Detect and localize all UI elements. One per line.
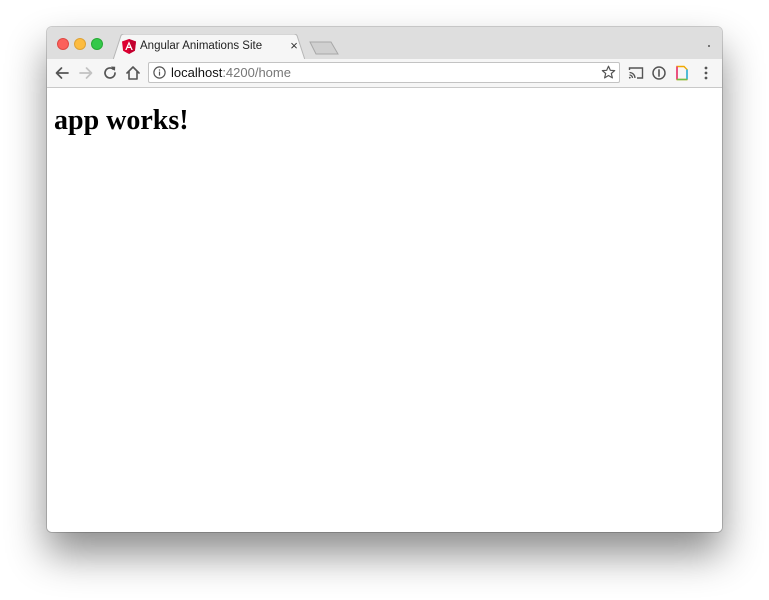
zoom-window-button[interactable] — [91, 38, 103, 50]
tab-close-icon[interactable]: × — [287, 39, 301, 53]
home-icon[interactable] — [124, 64, 142, 82]
url-path: :4200/home — [222, 65, 291, 80]
back-arrow-icon[interactable] — [53, 64, 71, 82]
new-tab-button[interactable] — [309, 41, 339, 55]
tab-title: Angular Animations Site — [140, 40, 263, 52]
url-text: localhost:4200/home — [171, 65, 291, 80]
tab-angular-animations-site[interactable]: Angular Animations Site × — [113, 34, 305, 60]
site-info-icon[interactable] — [153, 66, 166, 79]
browser-toolbar: localhost:4200/home — [47, 59, 722, 88]
tabstrip-menu-dot — [708, 45, 710, 47]
reload-icon[interactable] — [101, 64, 119, 82]
angular-icon — [122, 39, 136, 54]
tab-strip: Angular Animations Site × — [47, 27, 722, 60]
close-window-button[interactable] — [57, 38, 69, 50]
extension-info-icon[interactable] — [650, 64, 668, 82]
cast-icon[interactable] — [627, 64, 645, 82]
page-heading: app works! — [54, 105, 189, 136]
browser-window: Angular Animations Site × localhost:4200… — [47, 27, 722, 532]
address-bar[interactable]: localhost:4200/home — [148, 62, 620, 83]
page-content: app works! — [47, 88, 722, 532]
menu-kebab-icon[interactable] — [697, 64, 715, 82]
extension-page-icon[interactable] — [673, 64, 691, 82]
url-host: localhost — [171, 65, 223, 80]
bookmark-star-icon[interactable] — [601, 65, 616, 80]
forward-arrow-icon[interactable] — [77, 64, 95, 82]
minimize-window-button[interactable] — [74, 38, 86, 50]
